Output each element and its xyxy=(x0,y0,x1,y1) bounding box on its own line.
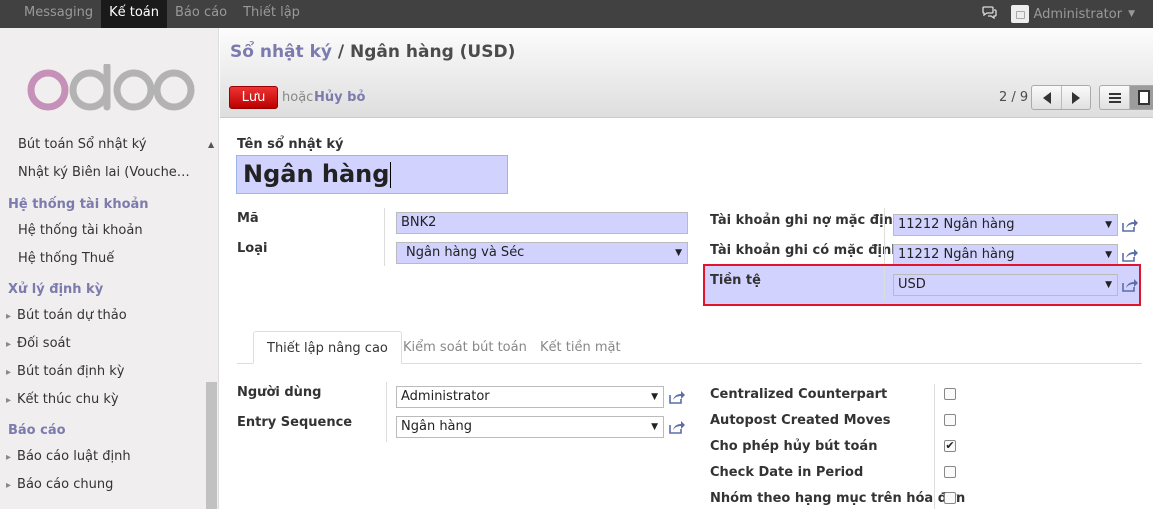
pager-value: 2 / 9 xyxy=(999,90,1029,105)
option-checkbox[interactable]: ✔ xyxy=(944,440,956,452)
scroll-up-icon[interactable]: ▲ xyxy=(208,140,214,149)
code-input[interactable]: BNK2 xyxy=(396,212,688,234)
credit-account-label: Tài khoản ghi có mặc định xyxy=(710,243,901,258)
sidebar-item[interactable]: Bút toán định kỳ xyxy=(6,364,124,379)
users-value: Administrator xyxy=(401,389,490,404)
option-checkbox[interactable] xyxy=(944,388,956,400)
sidebar-item[interactable]: Nhật ký Biên lai (Vouche… xyxy=(18,165,190,180)
view-switcher xyxy=(1099,85,1153,110)
chat-icon[interactable] xyxy=(982,5,998,23)
divider xyxy=(384,208,385,266)
type-label: Loại xyxy=(237,241,268,256)
chevron-down-icon[interactable]: ▼ xyxy=(1128,9,1135,19)
user-area: Administrator ▼ xyxy=(982,0,1135,28)
list-icon xyxy=(1108,92,1121,103)
entry-sequence-value: Ngân hàng xyxy=(401,419,473,434)
sidebar: ▲ Bút toán Sổ nhật ký Nhật ký Biên lai (V… xyxy=(0,28,219,509)
tab-cash-control[interactable]: Kết tiền mặt xyxy=(527,331,634,364)
journal-name-label: Tên sổ nhật ký xyxy=(237,137,344,152)
sidebar-item[interactable]: Báo cáo luật định xyxy=(6,449,131,464)
sidebar-item[interactable]: Đối soát xyxy=(6,336,71,351)
list-view-button[interactable] xyxy=(1100,86,1129,109)
journal-name-value: Ngân hàng xyxy=(243,160,390,188)
menu-settings[interactable]: Thiết lập xyxy=(235,0,308,28)
option-label: Autopost Created Moves xyxy=(710,413,891,428)
sidebar-item[interactable]: Kết thúc chu kỳ xyxy=(6,392,119,407)
divider xyxy=(386,382,387,442)
code-value: BNK2 xyxy=(401,215,437,230)
option-label: Cho phép hủy bút toán xyxy=(710,439,878,454)
sidebar-item[interactable]: Hệ thống tài khoản xyxy=(18,223,143,238)
credit-account-value: 11212 Ngân hàng xyxy=(898,247,1015,262)
menu-reporting[interactable]: Báo cáo xyxy=(167,0,235,28)
code-label: Mã xyxy=(237,211,259,226)
menu-messaging[interactable]: Messaging xyxy=(16,0,101,28)
entry-sequence-label: Entry Sequence xyxy=(237,415,353,430)
arrow-right-icon xyxy=(1072,91,1080,104)
credit-account-select[interactable]: 11212 Ngân hàng ▼ xyxy=(893,244,1118,266)
dropdown-arrow-icon: ▼ xyxy=(651,392,658,402)
external-link-icon[interactable] xyxy=(1122,248,1138,262)
entry-sequence-select[interactable]: Ngân hàng ▼ xyxy=(396,416,664,438)
control-panel: Sổ nhật ký / Ngân hàng (USD) Lưu hoặc Hủ… xyxy=(220,28,1153,118)
type-select[interactable]: Ngân hàng và Séc ▼ xyxy=(396,242,688,264)
sidebar-item[interactable]: Bút toán Sổ nhật ký xyxy=(18,137,147,152)
discard-link[interactable]: Hủy bỏ xyxy=(314,90,365,105)
sidebar-item[interactable]: Hệ thống Thuế xyxy=(18,251,114,266)
option-label: Centralized Counterpart xyxy=(710,387,888,402)
user-name[interactable]: Administrator xyxy=(1033,7,1122,22)
sidebar-item[interactable]: Báo cáo chung xyxy=(6,477,113,492)
option-checkbox[interactable] xyxy=(944,492,956,504)
tab-entry-controls[interactable]: Kiểm soát bút toán xyxy=(390,331,540,364)
or-text: hoặc xyxy=(282,90,314,105)
external-link-icon[interactable] xyxy=(669,420,685,434)
users-select[interactable]: Administrator ▼ xyxy=(396,386,664,408)
breadcrumb-separator: / xyxy=(331,42,350,62)
sidebar-section-heading: Xử lý định kỳ xyxy=(8,282,104,297)
next-button[interactable] xyxy=(1061,86,1090,109)
debit-account-label: Tài khoản ghi nợ mặc định xyxy=(710,213,903,228)
text-cursor xyxy=(390,162,392,188)
main-menu: Messaging Kế toán Báo cáo Thiết lập xyxy=(16,0,308,28)
sidebar-section-heading: Báo cáo xyxy=(8,423,66,438)
form-icon xyxy=(1138,90,1150,105)
top-navbar: Messaging Kế toán Báo cáo Thiết lập Admi… xyxy=(0,0,1153,28)
odoo-logo xyxy=(27,64,195,111)
save-button[interactable]: Lưu xyxy=(229,86,278,109)
users-label: Người dùng xyxy=(237,385,322,400)
sidebar-item[interactable]: Bút toán dự thảo xyxy=(6,308,127,323)
tab-advanced-settings[interactable]: Thiết lập nâng cao xyxy=(253,331,402,364)
currency-highlight-box xyxy=(703,264,1141,306)
option-label: Nhóm theo hạng mục trên hóa đơn xyxy=(710,491,966,506)
dropdown-arrow-icon: ▼ xyxy=(1105,220,1112,230)
pager-buttons xyxy=(1031,85,1091,110)
journal-name-input[interactable]: Ngân hàng xyxy=(236,155,508,194)
avatar[interactable] xyxy=(1011,5,1030,23)
arrow-left-icon xyxy=(1042,91,1051,104)
sidebar-section-heading: Hệ thống tài khoản xyxy=(8,197,149,212)
debit-account-value: 11212 Ngân hàng xyxy=(898,217,1015,232)
dropdown-arrow-icon: ▼ xyxy=(651,422,658,432)
form-view-button[interactable] xyxy=(1129,86,1153,109)
option-label: Check Date in Period xyxy=(710,465,864,480)
dropdown-arrow-icon: ▼ xyxy=(1105,250,1112,260)
dropdown-arrow-icon: ▼ xyxy=(675,248,682,258)
breadcrumb: Sổ nhật ký / Ngân hàng (USD) xyxy=(230,42,515,62)
external-link-icon[interactable] xyxy=(1122,218,1138,232)
breadcrumb-parent-link[interactable]: Sổ nhật ký xyxy=(230,42,332,62)
type-value: Ngân hàng và Séc xyxy=(406,245,525,260)
page-title: Ngân hàng (USD) xyxy=(350,42,516,62)
option-checkbox[interactable] xyxy=(944,466,956,478)
option-checkbox[interactable] xyxy=(944,414,956,426)
debit-account-select[interactable]: 11212 Ngân hàng ▼ xyxy=(893,214,1118,236)
menu-accounting[interactable]: Kế toán xyxy=(101,0,168,28)
previous-button[interactable] xyxy=(1032,86,1061,109)
sidebar-scrollbar[interactable] xyxy=(206,382,217,509)
external-link-icon[interactable] xyxy=(669,390,685,404)
